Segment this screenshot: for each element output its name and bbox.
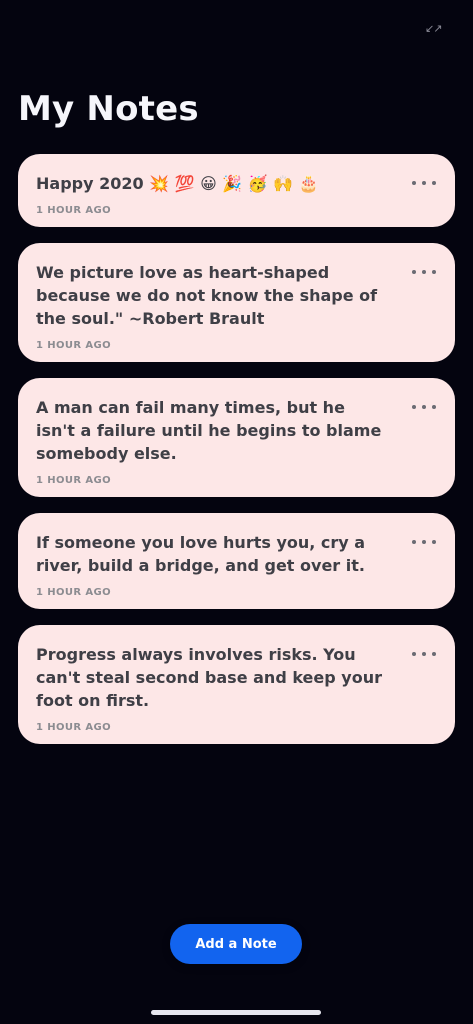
ellipsis-horizontal-icon	[412, 652, 416, 656]
ellipsis-horizontal-icon	[412, 405, 416, 409]
note-timestamp: 1 HOUR AGO	[36, 340, 112, 351]
note-menu-button[interactable]	[412, 647, 436, 661]
note-text: A man can fail many times, but he isn't …	[36, 398, 382, 463]
ellipsis-horizontal-icon	[422, 652, 426, 656]
ellipsis-horizontal-icon	[422, 181, 426, 185]
status-indicator-icon: ↙↗	[425, 22, 442, 35]
note-menu-button[interactable]	[412, 265, 436, 279]
ellipsis-horizontal-icon	[422, 270, 426, 274]
ellipsis-horizontal-icon	[422, 405, 426, 409]
note-menu-button[interactable]	[412, 400, 436, 414]
notes-list: Happy 2020 💥 💯 😀 🎉 🥳 🙌 🎂 1 HOUR AGO We p…	[18, 154, 455, 760]
ellipsis-horizontal-icon	[432, 181, 436, 185]
note-card[interactable]: We picture love as heart-shaped because …	[18, 243, 455, 362]
add-note-button[interactable]: Add a Note	[170, 924, 302, 964]
note-timestamp: 1 HOUR AGO	[36, 475, 112, 486]
note-card[interactable]: A man can fail many times, but he isn't …	[18, 378, 455, 497]
note-timestamp: 1 HOUR AGO	[36, 722, 112, 733]
ellipsis-horizontal-icon	[432, 652, 436, 656]
home-indicator[interactable]	[151, 1010, 321, 1015]
note-card[interactable]: If someone you love hurts you, cry a riv…	[18, 513, 455, 609]
note-timestamp: 1 HOUR AGO	[36, 205, 112, 216]
note-card[interactable]: Happy 2020 💥 💯 😀 🎉 🥳 🙌 🎂 1 HOUR AGO	[18, 154, 455, 227]
note-menu-button[interactable]	[412, 176, 436, 190]
ellipsis-horizontal-icon	[432, 540, 436, 544]
note-text: Progress always involves risks. You can'…	[36, 645, 382, 710]
ellipsis-horizontal-icon	[432, 270, 436, 274]
notes-screen: ↙↗ My Notes Happy 2020 💥 💯 😀 🎉 🥳 🙌 🎂 1 H…	[0, 0, 473, 1024]
note-text: We picture love as heart-shaped because …	[36, 263, 378, 328]
note-text: If someone you love hurts you, cry a riv…	[36, 533, 366, 575]
note-text: Happy 2020 💥 💯 😀 🎉 🥳 🙌 🎂	[36, 174, 319, 193]
note-card[interactable]: Progress always involves risks. You can'…	[18, 625, 455, 744]
ellipsis-horizontal-icon	[422, 540, 426, 544]
page-title: My Notes	[18, 89, 199, 129]
ellipsis-horizontal-icon	[412, 540, 416, 544]
ellipsis-horizontal-icon	[412, 270, 416, 274]
note-timestamp: 1 HOUR AGO	[36, 587, 112, 598]
note-menu-button[interactable]	[412, 535, 436, 549]
ellipsis-horizontal-icon	[432, 405, 436, 409]
ellipsis-horizontal-icon	[412, 181, 416, 185]
